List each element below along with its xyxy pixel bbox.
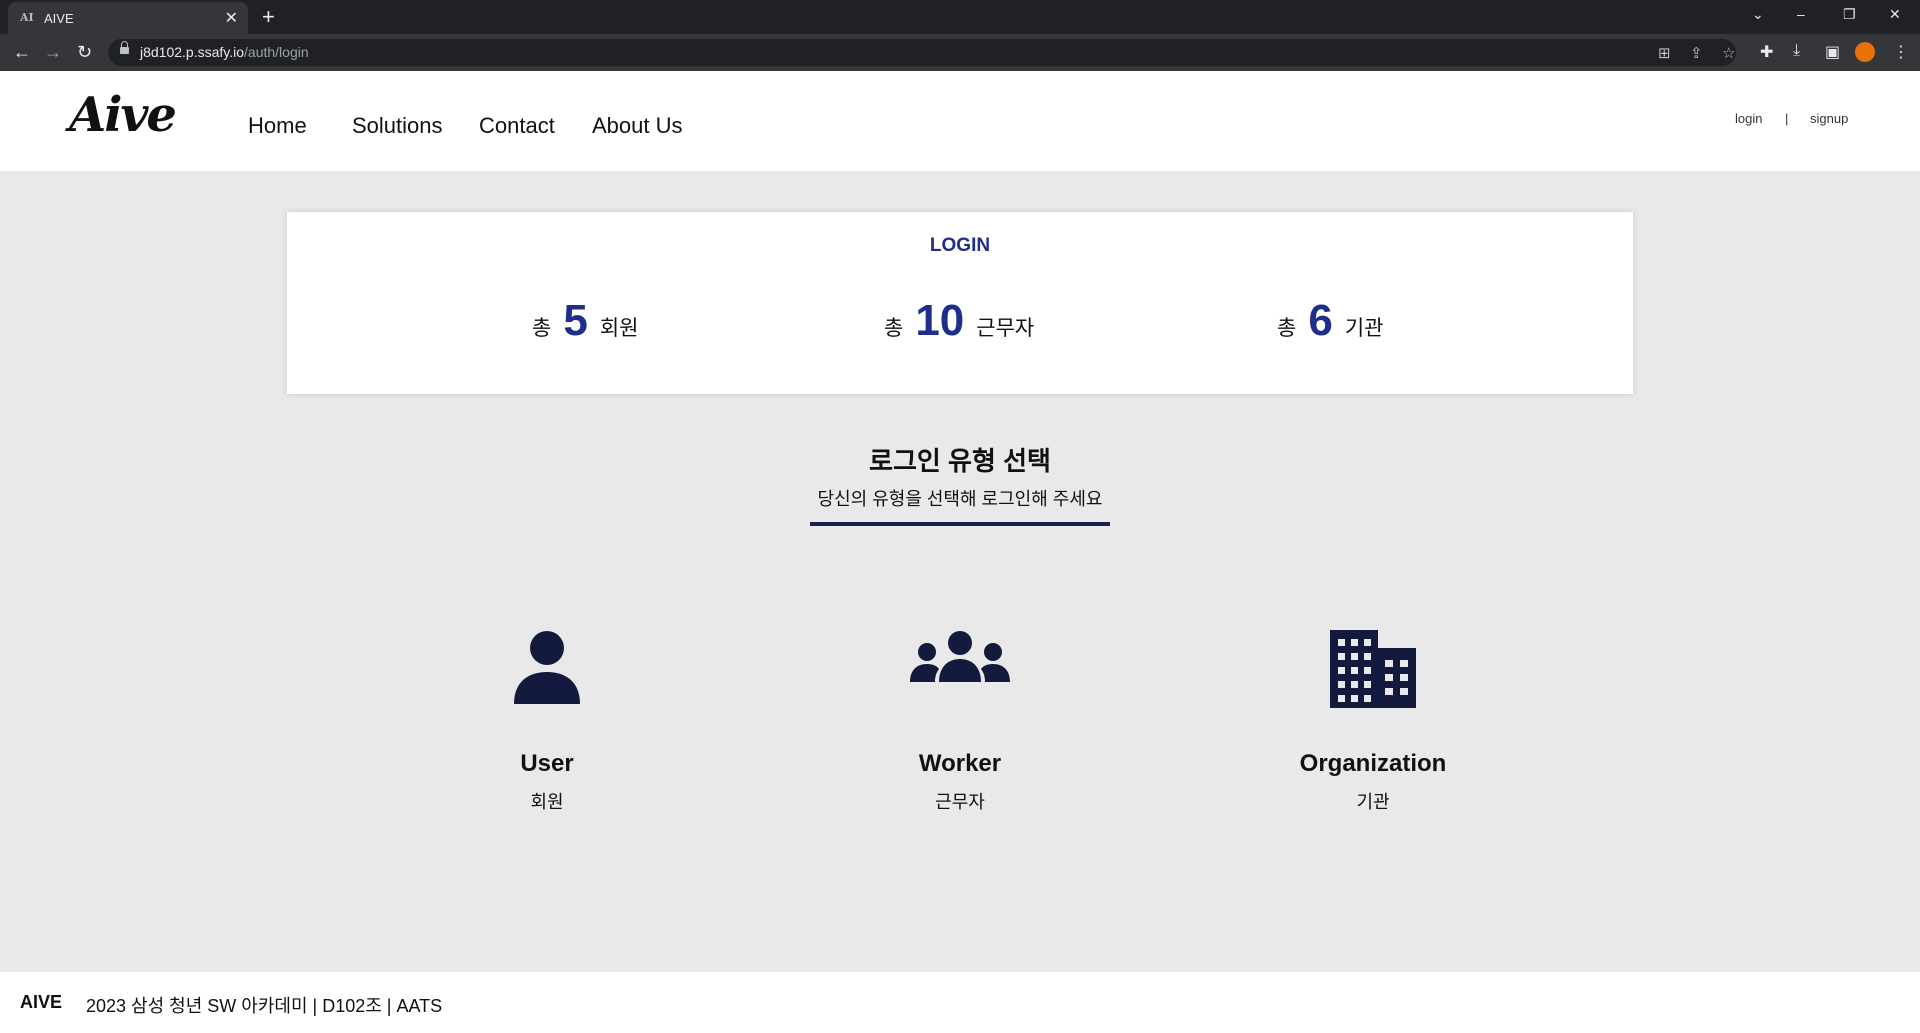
heading-underline [810, 522, 1110, 526]
footer-info: 2023 삼성 청년 SW 아카데미 | D102조 | AATS [86, 996, 443, 1016]
role-name: Worker [918, 750, 1002, 777]
user-icon [514, 631, 580, 704]
nav-home[interactable]: Home [248, 113, 307, 139]
profile-avatar[interactable] [1855, 42, 1875, 62]
role-worker-option[interactable]: Worker 근무자 [830, 620, 1090, 820]
stat-prefix: 총 [1277, 317, 1297, 340]
stat-label: 회원 [599, 317, 639, 340]
stat-workers: 총 10 근무자 [884, 296, 1034, 346]
stat-count: 6 [1308, 296, 1333, 345]
site-footer: AIVE 2023 삼성 청년 SW 아카데미 | D102조 | AATS [0, 972, 1920, 1033]
role-korean-label: 기관 [1356, 792, 1390, 812]
tab-title: AIVE [44, 11, 74, 26]
new-tab-icon[interactable]: + [262, 4, 275, 30]
signup-link[interactable]: signup [1810, 111, 1848, 126]
nav-about-us[interactable]: About Us [592, 113, 683, 139]
browser-tabbar: AI AIVE ✕ + ⌄ – ❐ ✕ [0, 0, 1920, 34]
nav-contact[interactable]: Contact [479, 113, 555, 139]
stat-users: 총 5 회원 [532, 296, 638, 346]
users-group-icon [910, 631, 1010, 682]
stat-label: 근무자 [976, 317, 1035, 340]
restore-icon[interactable]: ❐ [1843, 6, 1856, 23]
close-window-icon[interactable]: ✕ [1889, 6, 1901, 23]
stats-card: LOGIN 총 5 회원 총 10 근무자 총 6 기관 [287, 212, 1633, 394]
building-icon [1330, 630, 1416, 708]
browser-toolbar: ← → ↻ j8d102.p.ssafy.io/auth/login ⊞ ⇪ ☆… [0, 34, 1920, 71]
login-type-title: 로그인 유형 선택 [869, 446, 1051, 476]
site-logo[interactable]: Aive [69, 87, 177, 143]
extensions-icon[interactable]: ✚ [1760, 42, 1773, 62]
side-panel-icon[interactable]: ▣ [1825, 42, 1840, 62]
tab-search-icon[interactable]: ⌄ [1752, 6, 1764, 23]
minimize-icon[interactable]: – [1797, 6, 1805, 22]
translate-icon[interactable]: ⊞ [1658, 44, 1671, 62]
share-icon[interactable]: ⇪ [1690, 44, 1703, 62]
forward-icon[interactable]: → [44, 42, 62, 62]
footer-brand: AIVE [20, 992, 63, 1012]
nav-solutions[interactable]: Solutions [352, 113, 443, 139]
stat-count: 5 [563, 296, 588, 345]
stat-count: 10 [915, 296, 965, 345]
role-korean-label: 회원 [530, 792, 564, 812]
reload-icon[interactable]: ↻ [77, 42, 92, 62]
stat-prefix: 총 [532, 317, 552, 340]
tab-close-icon[interactable]: ✕ [225, 8, 238, 28]
browser-tab[interactable]: AI AIVE ✕ [8, 2, 248, 34]
lock-icon[interactable] [120, 41, 129, 55]
favicon-icon: AI [20, 11, 34, 24]
role-name: Organization [1299, 750, 1447, 777]
role-user-option[interactable]: User 회원 [417, 620, 677, 820]
stats-title: LOGIN [929, 235, 991, 256]
auth-separator: | [1785, 111, 1789, 126]
login-link[interactable]: login [1735, 111, 1762, 126]
back-icon[interactable]: ← [13, 42, 31, 62]
role-korean-label: 근무자 [935, 792, 985, 812]
address-bar[interactable]: j8d102.p.ssafy.io/auth/login ⊞ ⇪ ☆ [108, 39, 1736, 66]
menu-kebab-icon[interactable]: ⋮ [1893, 42, 1909, 62]
role-organization-option[interactable]: Organization 기관 [1243, 620, 1503, 820]
bookmark-star-icon[interactable]: ☆ [1722, 44, 1735, 62]
site-header: Aive Home Solutions Contact About Us log… [0, 71, 1920, 171]
url-text: j8d102.p.ssafy.io/auth/login [140, 44, 309, 60]
download-icon[interactable]: ⤓ [1793, 42, 1800, 60]
login-type-subtitle: 당신의 유형을 선택해 로그인해 주세요 [817, 489, 1103, 509]
stat-prefix: 총 [884, 317, 904, 340]
stat-label: 기관 [1344, 317, 1384, 340]
stat-organizations: 총 6 기관 [1277, 296, 1383, 346]
role-name: User [520, 750, 574, 777]
